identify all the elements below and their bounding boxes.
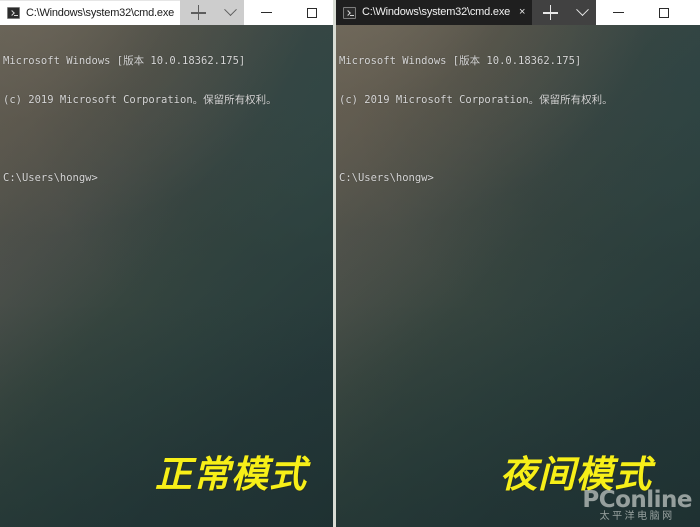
tab-cmd-normal-mode[interactable]: C:\Windows\system32\cmd.exe × xyxy=(0,0,181,25)
console-line: (c) 2019 Microsoft Corporation。保留所有权利。 xyxy=(3,94,277,106)
cmd-icon xyxy=(343,6,356,19)
maximize-button[interactable] xyxy=(641,0,686,25)
tabstrip-night-mode: C:\Windows\system32\cmd.exe × xyxy=(336,0,597,25)
chevron-down-icon xyxy=(223,3,237,17)
plus-icon xyxy=(542,5,558,20)
console-area-night-mode[interactable]: Microsoft Windows [版本 10.0.18362.175] (c… xyxy=(336,25,700,527)
maximize-icon xyxy=(658,7,669,18)
tab-cmd-night-mode[interactable]: C:\Windows\system32\cmd.exe × xyxy=(336,0,533,25)
watermark-brand: PConline xyxy=(582,487,692,513)
console-area-normal-mode[interactable]: Microsoft Windows [版本 10.0.18362.175] (c… xyxy=(0,25,333,527)
minimize-icon xyxy=(261,11,273,14)
minimize-icon xyxy=(613,11,625,14)
titlebar-normal-mode[interactable]: C:\Windows\system32\cmd.exe × xyxy=(0,0,333,25)
tab-dropdown-button[interactable] xyxy=(568,0,596,25)
maximize-icon xyxy=(306,7,317,18)
new-tab-button[interactable] xyxy=(180,0,216,25)
watermark: PConline 太平洋电脑网 xyxy=(582,489,692,523)
plus-icon xyxy=(190,5,206,20)
chevron-down-icon xyxy=(576,3,589,17)
window-controls-night-mode xyxy=(596,0,700,25)
caption-normal-mode: 正常模式 xyxy=(155,453,307,496)
titlebar-night-mode[interactable]: C:\Windows\system32\cmd.exe × xyxy=(336,0,700,25)
minimize-button[interactable] xyxy=(244,0,289,25)
console-line: Microsoft Windows [版本 10.0.18362.175] xyxy=(339,55,582,67)
console-output-normal-mode: Microsoft Windows [版本 10.0.18362.175] (c… xyxy=(0,25,333,211)
window-controls-normal-mode xyxy=(244,0,333,25)
tab-dropdown-button[interactable] xyxy=(216,0,244,25)
console-prompt-line: C:\Users\hongw> xyxy=(339,172,434,184)
console-line: (c) 2019 Microsoft Corporation。保留所有权利。 xyxy=(339,94,613,106)
screenshot-root: C:\Windows\system32\cmd.exe × xyxy=(0,0,700,527)
maximize-button[interactable] xyxy=(289,0,333,25)
tab-title: C:\Windows\system32\cmd.exe xyxy=(362,6,511,18)
cmd-window-normal-mode: C:\Windows\system32\cmd.exe × xyxy=(0,0,333,527)
console-line: Microsoft Windows [版本 10.0.18362.175] xyxy=(3,55,246,67)
tabstrip-normal-mode: C:\Windows\system32\cmd.exe × xyxy=(0,0,245,25)
cmd-window-night-mode: C:\Windows\system32\cmd.exe × Microsoft … xyxy=(336,0,700,527)
tab-close-icon[interactable]: × xyxy=(518,7,526,18)
new-tab-button[interactable] xyxy=(532,0,568,25)
console-prompt-line: C:\Users\hongw> xyxy=(3,172,98,184)
minimize-button[interactable] xyxy=(596,0,641,25)
close-button[interactable] xyxy=(686,0,700,25)
cmd-icon xyxy=(7,7,20,19)
console-output-night-mode: Microsoft Windows [版本 10.0.18362.175] (c… xyxy=(336,25,700,211)
tab-title: C:\Windows\system32\cmd.exe xyxy=(26,6,175,19)
